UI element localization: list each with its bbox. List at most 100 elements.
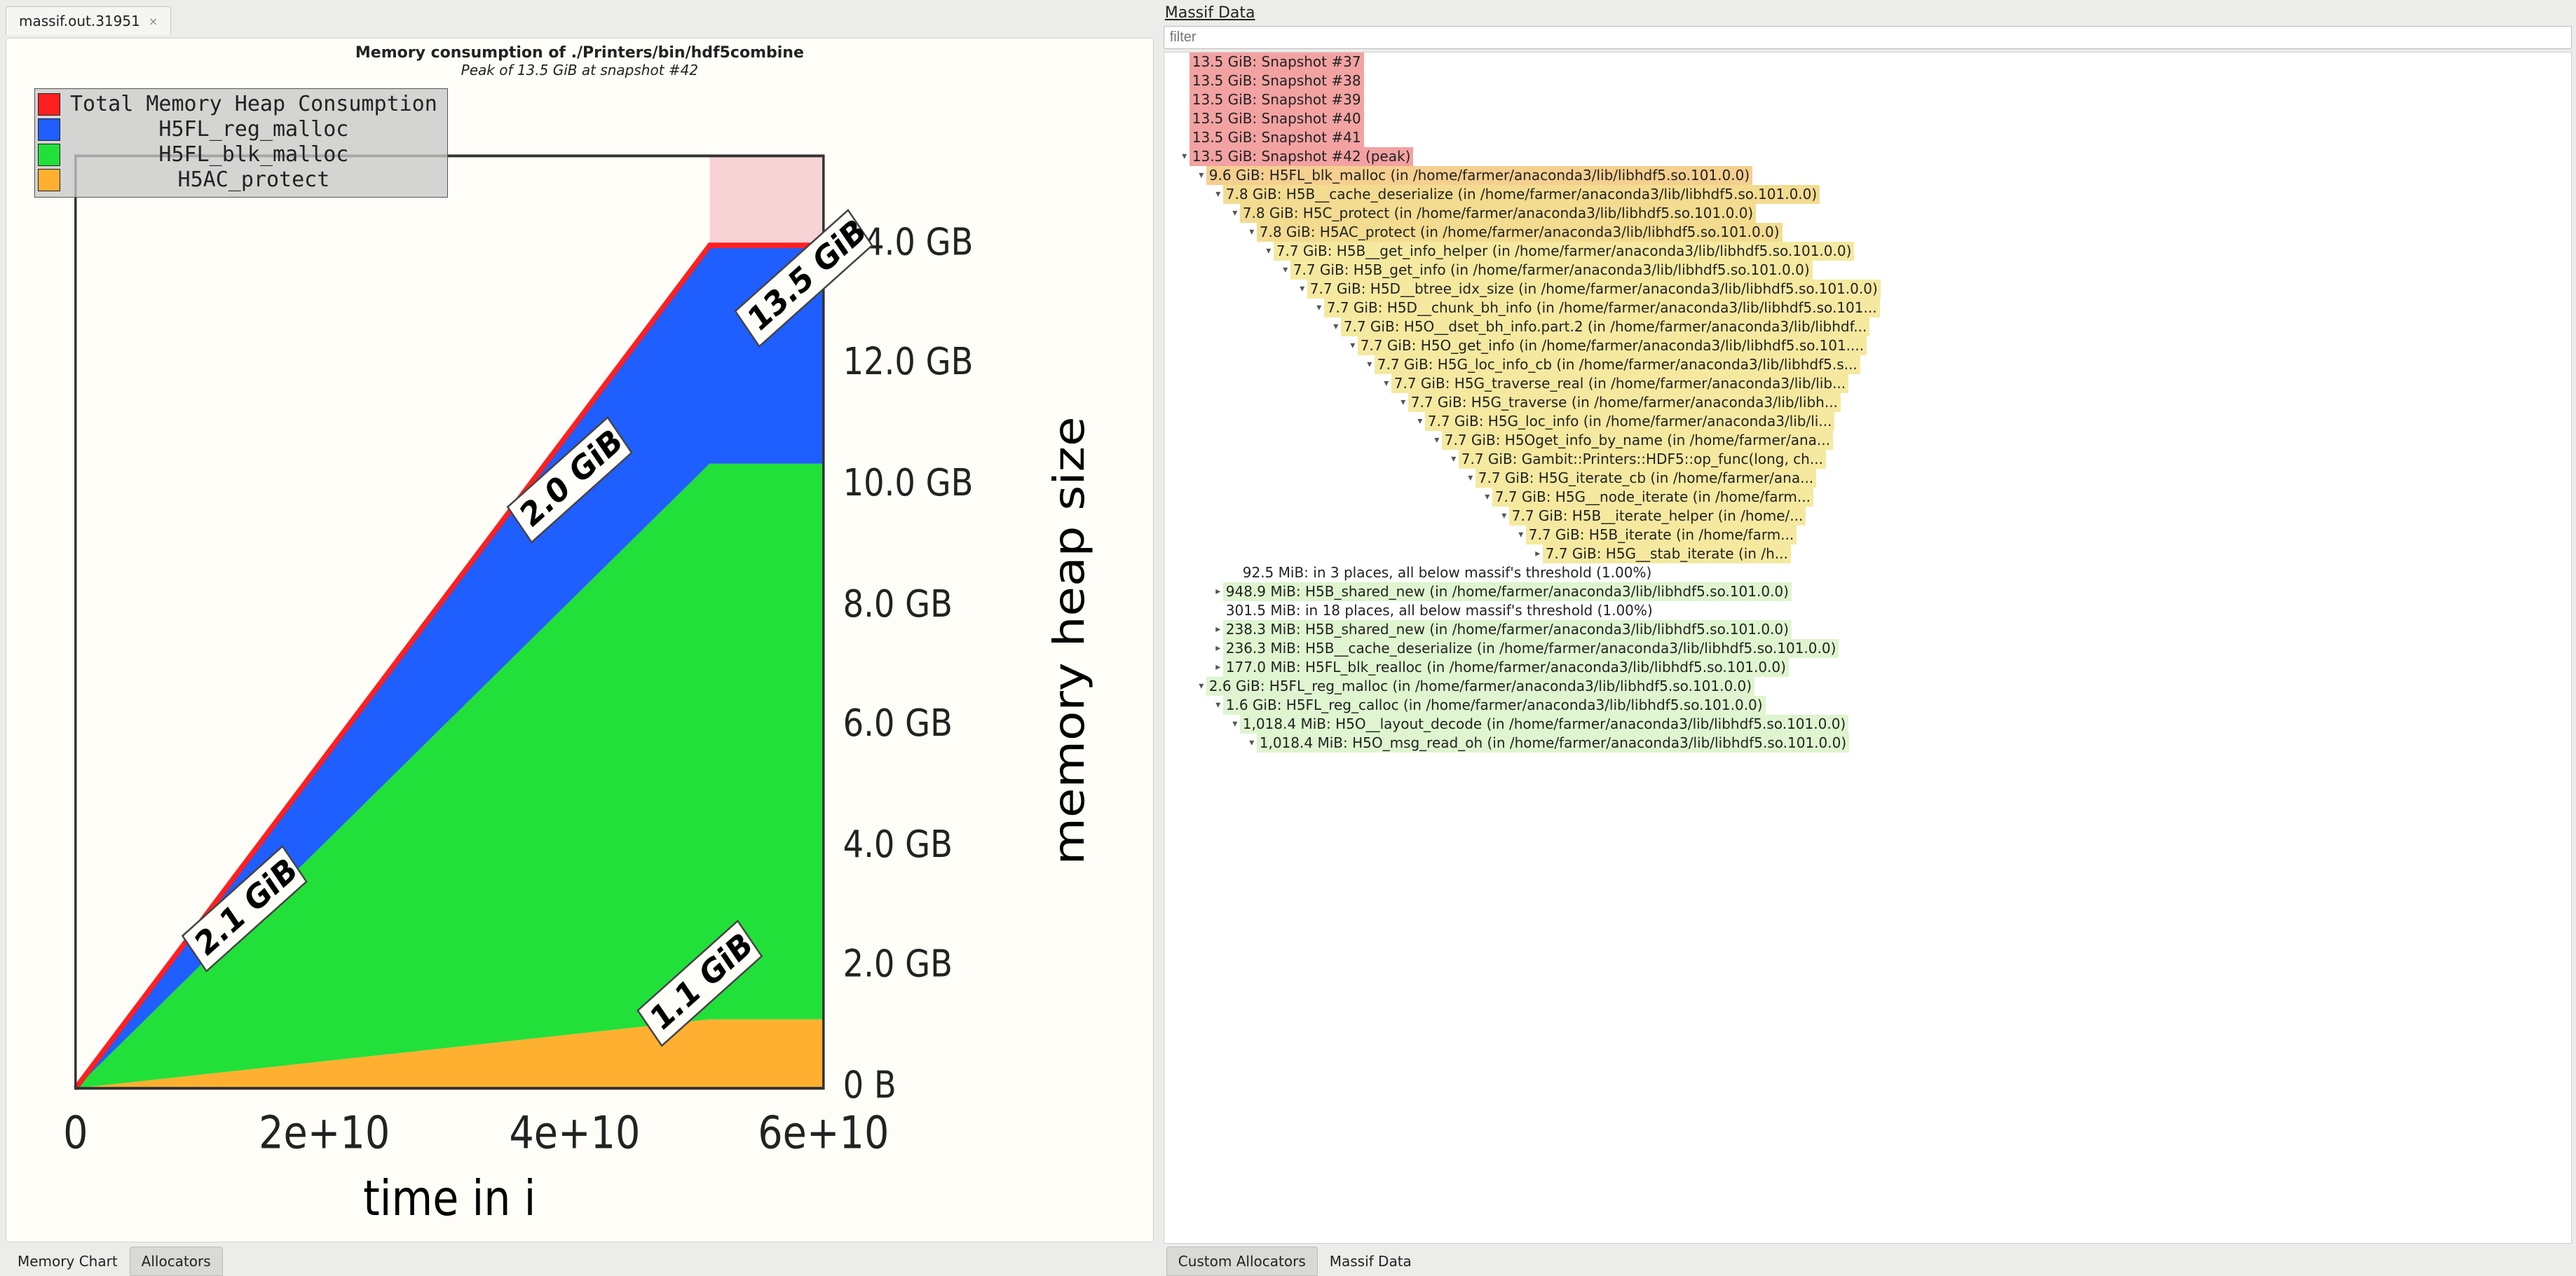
tree-row[interactable]: ▸236.3 MiB: H5B__cache_deserialize (in /… — [1164, 639, 2571, 658]
tree-row[interactable]: ▸177.0 MiB: H5FL_blk_realloc (in /home/f… — [1164, 658, 2571, 677]
tree-row[interactable]: ▾7.7 GiB: Gambit::Printers::HDF5::op_fun… — [1164, 450, 2571, 469]
filter-input[interactable] — [1164, 26, 2572, 49]
chevron-down-icon[interactable]: ▾ — [1449, 453, 1459, 466]
chevron-down-icon[interactable]: ▾ — [1466, 472, 1476, 485]
svg-text:2e+10: 2e+10 — [259, 1107, 390, 1160]
tree-row[interactable]: ▾7.7 GiB: H5B_get_info (in /home/farmer/… — [1164, 261, 2571, 280]
tree-row[interactable]: ▾7.7 GiB: H5G_loc_info_cb (in /home/farm… — [1164, 355, 2571, 374]
tree-row-label: 7.7 GiB: H5G_traverse (in /home/farmer/a… — [1408, 393, 1841, 412]
legend-row: Total Memory Heap Consumption — [38, 92, 442, 117]
tree-row-label: 7.7 GiB: H5O__dset_bh_info.part.2 (in /h… — [1341, 317, 1870, 336]
chevron-down-icon[interactable]: ▾ — [1382, 377, 1391, 390]
chevron-down-icon[interactable]: ▾ — [1213, 699, 1223, 712]
close-icon[interactable]: × — [149, 15, 158, 28]
tree-row[interactable]: 301.5 MiB: in 18 places, all below massi… — [1164, 601, 2571, 620]
tree-row[interactable]: ▾7.7 GiB: H5G_loc_info (in /home/farmer/… — [1164, 412, 2571, 431]
tree-row[interactable]: ▾7.7 GiB: H5B_iterate (in /home/farm... — [1164, 526, 2571, 544]
tree-row-label: 7.8 GiB: H5B__cache_deserialize (in /hom… — [1223, 185, 1820, 204]
tree-row-label: 7.7 GiB: H5Oget_info_by_name (in /home/f… — [1442, 431, 1833, 450]
tab-memory-chart[interactable]: Memory Chart — [6, 1247, 130, 1276]
tree-row[interactable]: ▾7.7 GiB: H5O_get_info (in /home/farmer/… — [1164, 336, 2571, 355]
tree-row[interactable]: ▸948.9 MiB: H5B_shared_new (in /home/far… — [1164, 582, 2571, 601]
tree-row[interactable]: ▾1,018.4 MiB: H5O__layout_decode (in /ho… — [1164, 715, 2571, 734]
chevron-down-icon[interactable]: ▾ — [1331, 320, 1341, 334]
tree-row[interactable]: ▾7.7 GiB: H5B__iterate_helper (in /home/… — [1164, 507, 2571, 526]
chevron-down-icon[interactable]: ▾ — [1197, 169, 1206, 182]
chevron-down-icon[interactable]: ▾ — [1398, 396, 1408, 409]
tree-row[interactable]: 92.5 MiB: in 3 places, all below massif'… — [1164, 563, 2571, 582]
tree-row-label: 7.7 GiB: H5B__iterate_helper (in /home/.… — [1509, 507, 1806, 526]
chevron-down-icon[interactable]: ▾ — [1281, 263, 1290, 277]
tree-row-label: 1,018.4 MiB: H5O_msg_read_oh (in /home/f… — [1257, 734, 1849, 753]
tree-row[interactable]: ▾2.6 GiB: H5FL_reg_malloc (in /home/farm… — [1164, 677, 2571, 696]
y-axis-label: memory heap size — [1045, 416, 1094, 865]
tree-row[interactable]: ▾7.7 GiB: H5D__chunk_bh_info (in /home/f… — [1164, 299, 2571, 317]
tree-row[interactable]: ▾7.8 GiB: H5AC_protect (in /home/farmer/… — [1164, 223, 2571, 242]
chevron-down-icon[interactable]: ▾ — [1516, 528, 1526, 542]
tree-scroll[interactable]: 13.5 GiB: Snapshot #3713.5 GiB: Snapshot… — [1164, 52, 2572, 1244]
tree-row[interactable]: ▾7.8 GiB: H5B__cache_deserialize (in /ho… — [1164, 185, 2571, 204]
chevron-right-icon[interactable]: ▸ — [1213, 642, 1223, 655]
tree-row[interactable]: ▸238.3 MiB: H5B_shared_new (in /home/far… — [1164, 620, 2571, 639]
tree-row-label: 1.6 GiB: H5FL_reg_calloc (in /home/farme… — [1223, 696, 1766, 715]
chevron-down-icon[interactable]: ▾ — [1180, 150, 1190, 163]
chevron-down-icon[interactable]: ▾ — [1247, 226, 1257, 239]
tree-row[interactable]: ▾7.7 GiB: H5G_traverse_real (in /home/fa… — [1164, 374, 2571, 393]
chevron-down-icon[interactable]: ▾ — [1264, 245, 1274, 258]
tab-custom-allocators[interactable]: Custom Allocators — [1166, 1247, 1318, 1276]
tree-row[interactable]: ▾13.5 GiB: Snapshot #42 (peak) — [1164, 147, 2571, 166]
chevron-right-icon[interactable]: ▸ — [1213, 623, 1223, 636]
chevron-down-icon[interactable]: ▾ — [1365, 358, 1375, 371]
tree-row[interactable]: 13.5 GiB: Snapshot #38 — [1164, 71, 2571, 90]
tree-row[interactable]: 13.5 GiB: Snapshot #40 — [1164, 109, 2571, 128]
filter-box — [1164, 26, 2572, 49]
chevron-down-icon[interactable]: ▾ — [1247, 736, 1257, 750]
chevron-down-icon[interactable]: ▾ — [1230, 207, 1240, 220]
chevron-right-icon[interactable]: ▸ — [1213, 661, 1223, 674]
tree-row-label: 7.7 GiB: H5G_iterate_cb (in /home/farmer… — [1476, 469, 1816, 488]
svg-text:6e+10: 6e+10 — [758, 1107, 889, 1160]
tree-row[interactable]: ▾7.7 GiB: H5B__get_info_helper (in /home… — [1164, 242, 2571, 261]
tree-row[interactable]: ▾7.7 GiB: H5D__btree_idx_size (in /home/… — [1164, 280, 2571, 299]
chevron-down-icon[interactable]: ▾ — [1499, 509, 1509, 523]
chevron-right-icon[interactable]: ▸ — [1533, 547, 1543, 561]
chevron-down-icon[interactable]: ▾ — [1230, 718, 1240, 731]
tree-row[interactable]: ▾7.7 GiB: H5G__node_iterate (in /home/fa… — [1164, 488, 2571, 507]
chevron-down-icon[interactable]: ▾ — [1297, 282, 1307, 296]
tree-row-label: 301.5 MiB: in 18 places, all below massi… — [1223, 601, 1656, 620]
tree-row[interactable]: ▾7.7 GiB: H5O__dset_bh_info.part.2 (in /… — [1164, 317, 2571, 336]
file-tab[interactable]: massif.out.31951 × — [6, 6, 171, 35]
tree-row[interactable]: 13.5 GiB: Snapshot #37 — [1164, 53, 2571, 71]
tree-row-label: 7.7 GiB: H5G_loc_info_cb (in /home/farme… — [1375, 355, 1860, 374]
call-tree: 13.5 GiB: Snapshot #3713.5 GiB: Snapshot… — [1164, 53, 2571, 753]
tree-row[interactable]: 13.5 GiB: Snapshot #41 — [1164, 128, 2571, 147]
chart-title: Memory consumption of ./Printers/bin/hdf… — [11, 44, 1149, 62]
tree-row-label: 7.7 GiB: H5G__node_iterate (in /home/far… — [1492, 488, 1813, 507]
tree-row[interactable]: ▾1,018.4 MiB: H5O_msg_read_oh (in /home/… — [1164, 734, 2571, 753]
file-tab-bar: massif.out.31951 × — [6, 4, 1154, 35]
chart-svg: 0 B 2.0 GB 4.0 GB 6.0 GB 8.0 GB 10.0 GB … — [11, 81, 1149, 1237]
chevron-down-icon[interactable]: ▾ — [1415, 415, 1425, 428]
chevron-down-icon[interactable]: ▾ — [1197, 680, 1206, 693]
svg-text:4e+10: 4e+10 — [509, 1107, 640, 1160]
tree-row[interactable]: ▾7.7 GiB: H5Oget_info_by_name (in /home/… — [1164, 431, 2571, 450]
tree-row[interactable]: ▾1.6 GiB: H5FL_reg_calloc (in /home/farm… — [1164, 696, 2571, 715]
tree-row[interactable]: ▾9.6 GiB: H5FL_blk_malloc (in /home/farm… — [1164, 166, 2571, 185]
tree-row-label: 92.5 MiB: in 3 places, all below massif'… — [1240, 563, 1655, 582]
tab-massif-data[interactable]: Massif Data — [1318, 1247, 1424, 1276]
chevron-down-icon[interactable]: ▾ — [1483, 490, 1492, 504]
tree-row[interactable]: ▸7.7 GiB: H5G__stab_iterate (in /h... — [1164, 544, 2571, 563]
chevron-down-icon[interactable]: ▾ — [1213, 188, 1223, 201]
chevron-right-icon[interactable]: ▸ — [1213, 585, 1223, 598]
chevron-down-icon[interactable]: ▾ — [1314, 301, 1324, 315]
tree-row-label: 7.8 GiB: H5C_protect (in /home/farmer/an… — [1240, 204, 1756, 223]
tree-row[interactable]: ▾7.8 GiB: H5C_protect (in /home/farmer/a… — [1164, 204, 2571, 223]
tree-row[interactable]: 13.5 GiB: Snapshot #39 — [1164, 90, 2571, 109]
chevron-down-icon[interactable]: ▾ — [1432, 434, 1442, 447]
tree-row-label: 7.7 GiB: H5B__get_info_helper (in /home/… — [1274, 242, 1855, 261]
tree-row[interactable]: ▾7.7 GiB: H5G_traverse (in /home/farmer/… — [1164, 393, 2571, 412]
tree-row[interactable]: ▾7.7 GiB: H5G_iterate_cb (in /home/farme… — [1164, 469, 2571, 488]
tab-allocators[interactable]: Allocators — [130, 1247, 223, 1276]
tree-row-label: 9.6 GiB: H5FL_blk_malloc (in /home/farme… — [1206, 166, 1752, 185]
chevron-down-icon[interactable]: ▾ — [1348, 339, 1358, 352]
